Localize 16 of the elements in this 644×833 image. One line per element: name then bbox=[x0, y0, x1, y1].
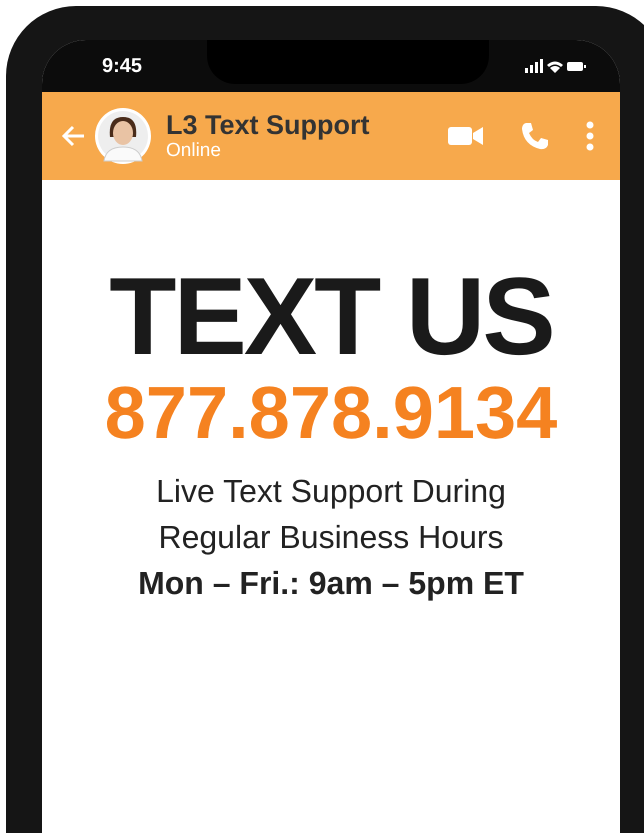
phone-number: 877.878.9134 bbox=[104, 372, 558, 454]
menu-icon[interactable] bbox=[586, 121, 594, 151]
headline: TEXT US bbox=[109, 262, 553, 372]
contact-name: L3 Text Support bbox=[166, 110, 371, 140]
hours-text: Live Text Support During bbox=[156, 472, 506, 511]
wifi-icon bbox=[547, 60, 563, 72]
video-icon[interactable] bbox=[448, 125, 484, 147]
signal-icon bbox=[525, 59, 543, 73]
phone-icon[interactable] bbox=[520, 121, 550, 151]
battery-icon bbox=[567, 62, 586, 70]
contact-status: Online bbox=[166, 140, 222, 162]
hours-text: Regular Business Hours bbox=[158, 518, 504, 557]
hours-text: Mon – Fri.: 9am – 5pm ET bbox=[138, 564, 524, 603]
avatar bbox=[94, 107, 152, 165]
back-icon[interactable] bbox=[60, 124, 86, 148]
status-time: 9:45 bbox=[102, 54, 142, 78]
